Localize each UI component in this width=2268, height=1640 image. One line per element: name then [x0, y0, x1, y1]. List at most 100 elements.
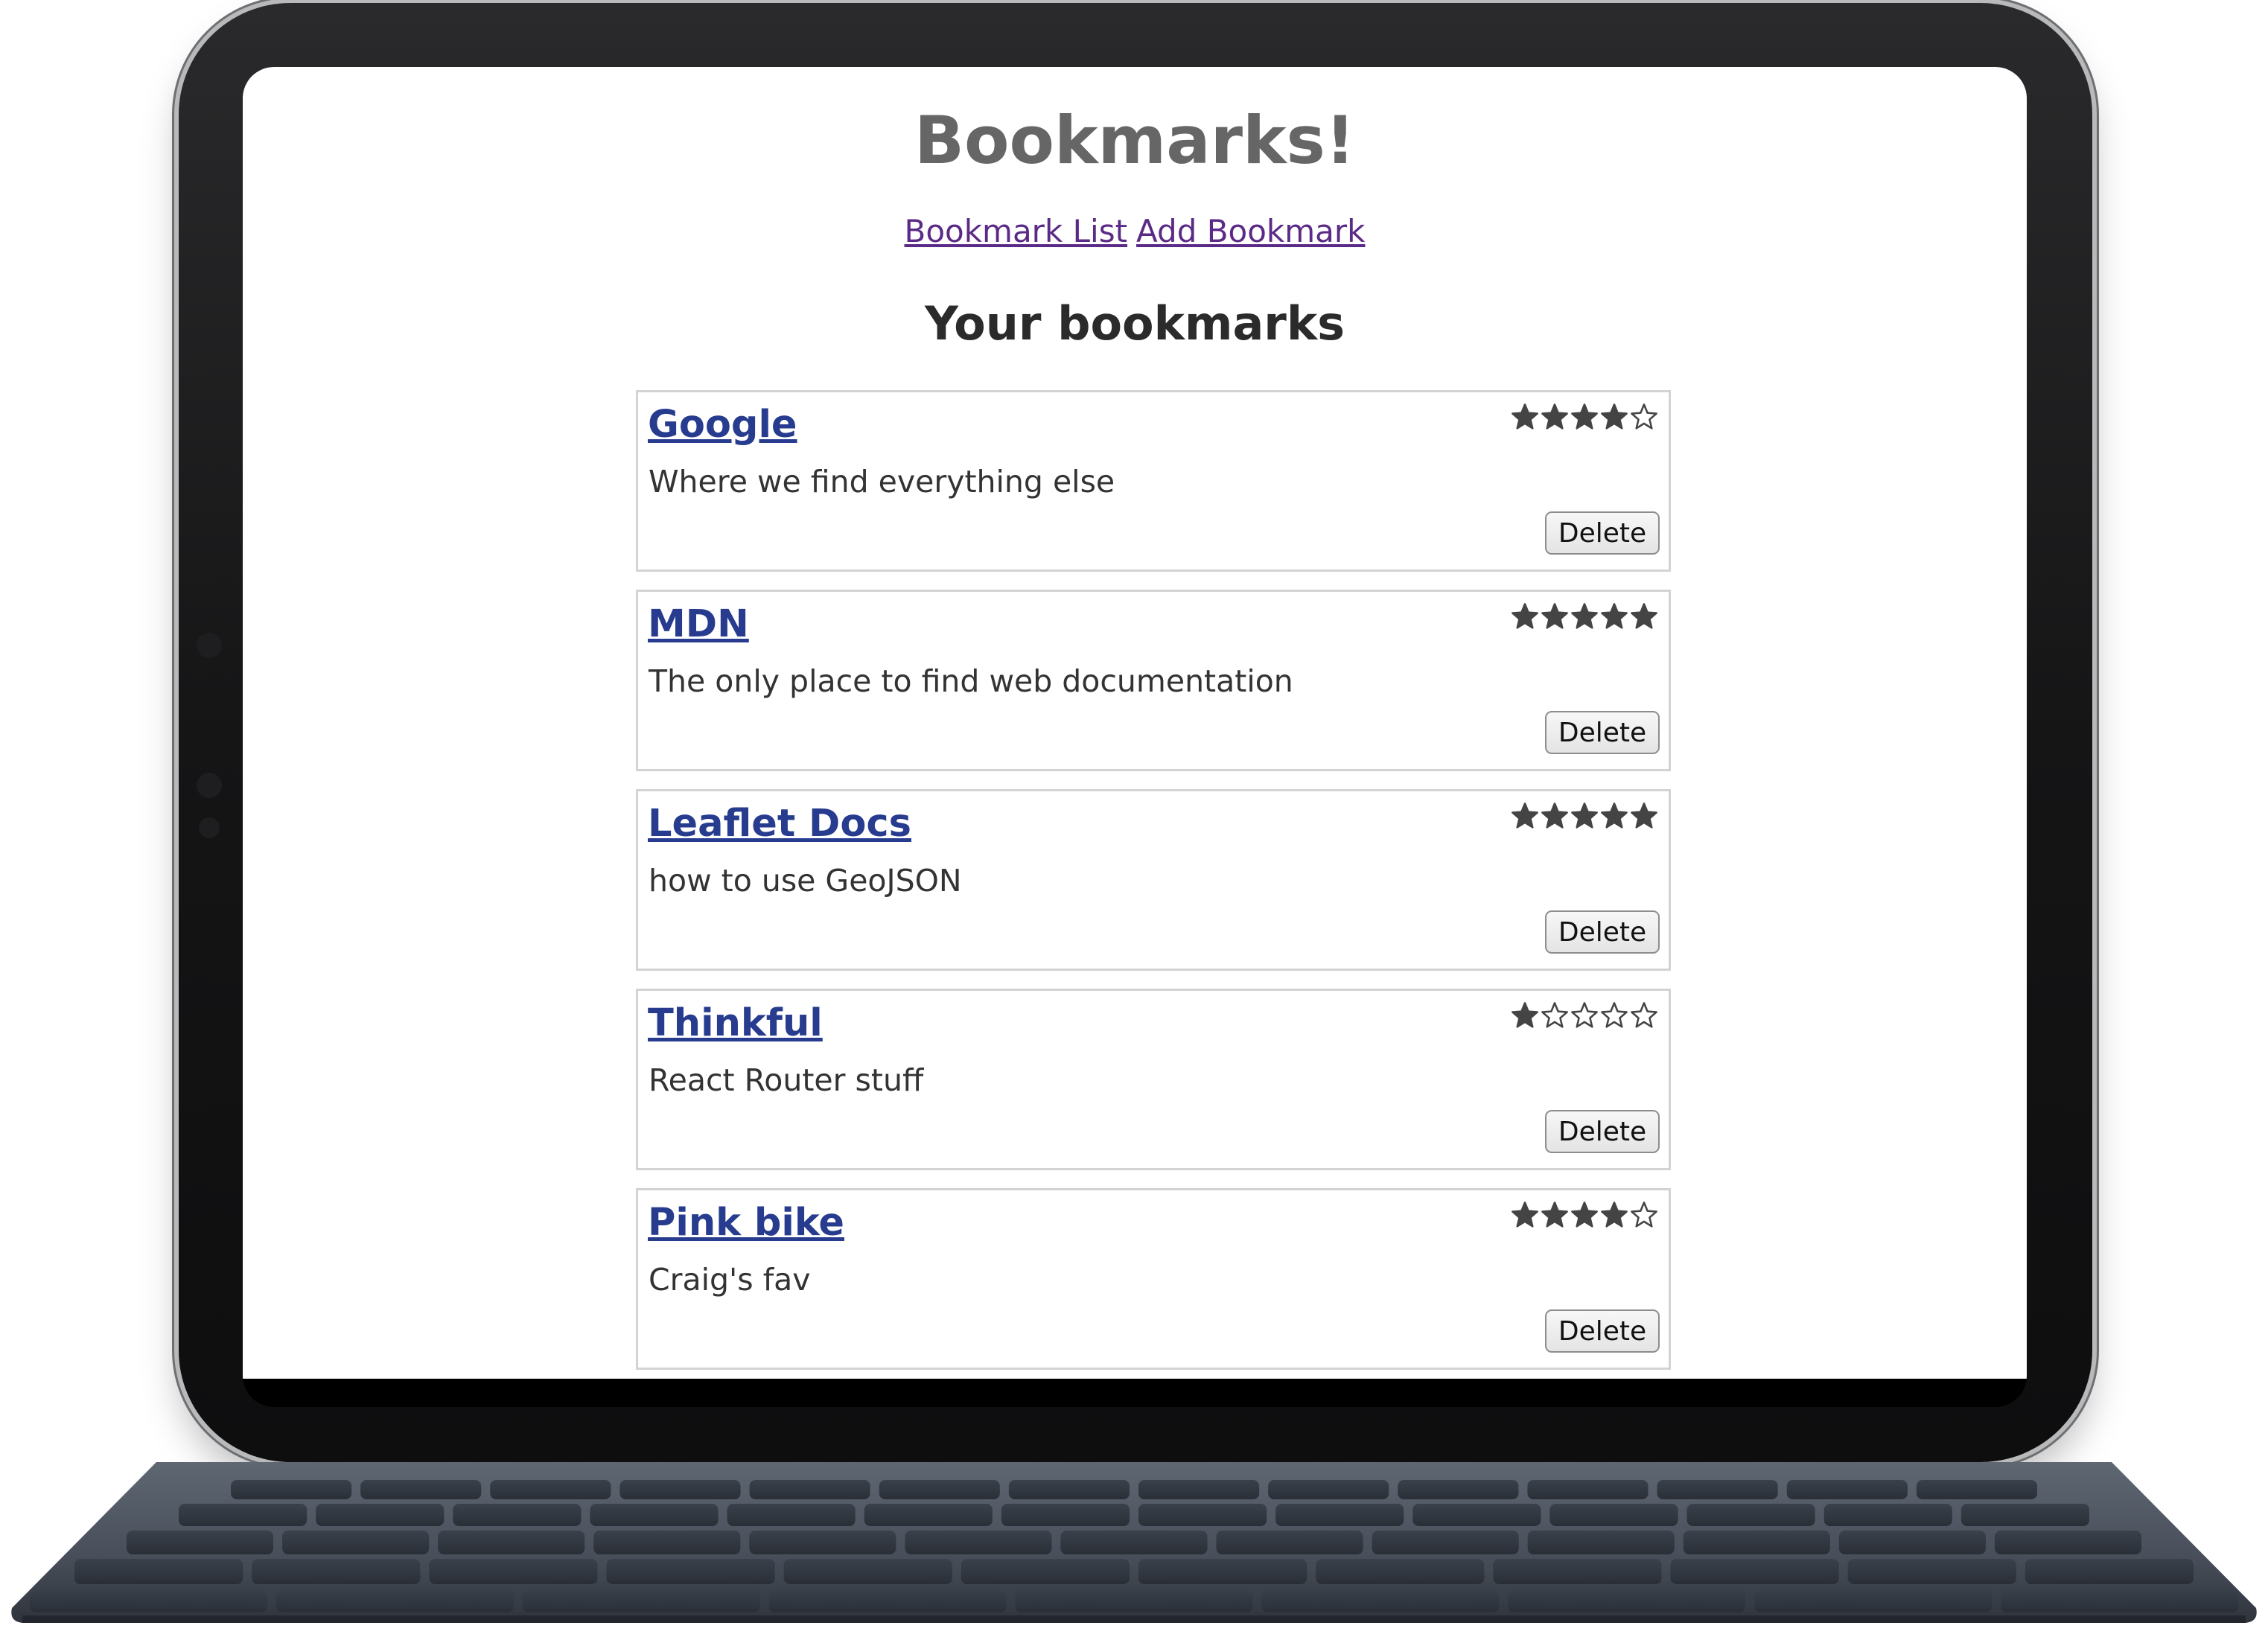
bookmark-title-link[interactable]: Google [648, 403, 797, 447]
keyboard-key [768, 1589, 1007, 1612]
bookmark-description: how to use GeoJSON [649, 863, 962, 899]
keyboard-key [360, 1480, 482, 1499]
star-filled-icon [1601, 1202, 1628, 1228]
keyboard-key [252, 1559, 421, 1584]
bookmark-rating [1511, 802, 1658, 830]
keyboard-key [1683, 1531, 1830, 1554]
keyboard-key [316, 1504, 445, 1526]
keyboard-key [1008, 1480, 1130, 1499]
star-filled-icon [1512, 803, 1538, 829]
bookmark-rating [1511, 602, 1658, 631]
keyboard-key [1657, 1480, 1778, 1499]
keyboard-key [1493, 1559, 1662, 1584]
delete-bookmark-button[interactable]: Delete [1545, 910, 1660, 954]
keyboard-key [1316, 1559, 1485, 1584]
keyboard-key [905, 1531, 1052, 1554]
keyboard-key [1754, 1589, 1993, 1612]
bookmark-description: The only place to find web documentation [649, 663, 1293, 699]
keyboard-key [2025, 1559, 2194, 1584]
keyboard-key [275, 1589, 514, 1612]
keyboard-key [1261, 1589, 1500, 1612]
star-empty-icon [1601, 1002, 1628, 1028]
bookmark-title-link[interactable]: MDN [648, 602, 749, 646]
star-filled-icon [1571, 1202, 1598, 1228]
keyboard-key [1015, 1589, 1253, 1612]
bookmark-description: Where we find everything else [649, 464, 1115, 500]
keyboard-key [749, 1480, 870, 1499]
keyboard-key [749, 1531, 896, 1554]
keyboard-key [1549, 1504, 1678, 1526]
star-filled-icon [1512, 403, 1538, 430]
keyboard-key [864, 1504, 993, 1526]
keyboard-key [961, 1559, 1130, 1584]
keyboard-key [1138, 1504, 1267, 1526]
bookmark-title-link[interactable]: Leaflet Docs [648, 802, 911, 846]
delete-bookmark-button[interactable]: Delete [1545, 1309, 1660, 1353]
star-filled-icon [1601, 403, 1628, 430]
keyboard-key [727, 1504, 856, 1526]
star-filled-icon [1571, 803, 1598, 829]
keyboard-key [1398, 1480, 1519, 1499]
keyboard-key [30, 1589, 267, 1612]
keyboard-key [1412, 1504, 1541, 1526]
nav-link-bookmark-list[interactable]: Bookmark List [905, 213, 1128, 249]
keyboard-key [1527, 1480, 1649, 1499]
bookmark-title-link[interactable]: Thinkful [648, 1001, 823, 1045]
keyboard-key [1823, 1504, 1952, 1526]
keyboard-key [1508, 1589, 1746, 1612]
star-empty-icon [1541, 1002, 1568, 1028]
bookmark-item: Leaflet Docs how to use GeoJSON Delete [636, 789, 1671, 971]
star-filled-icon [1571, 403, 1598, 430]
star-filled-icon [1601, 603, 1628, 629]
web-page: Bookmarks! Bookmark List Add Bookmark You… [243, 67, 2027, 1379]
keyboard-key [1275, 1504, 1404, 1526]
tablet-device-frame: Bookmarks! Bookmark List Add Bookmark You… [179, 3, 2092, 1462]
keyboard-key [1060, 1531, 1208, 1554]
keyboard-key [453, 1504, 582, 1526]
keyboard-key [1786, 1480, 1908, 1499]
star-filled-icon [1571, 603, 1598, 629]
bookmark-rating [1511, 1001, 1658, 1030]
camera-icon [197, 633, 222, 658]
keyboard-key [1847, 1559, 2016, 1584]
star-filled-icon [1541, 403, 1568, 430]
keyboard-key [1916, 1480, 2037, 1499]
keyboard-key [1268, 1480, 1389, 1499]
keyboard-key [438, 1531, 585, 1554]
keyboard-key [1216, 1531, 1363, 1554]
app-title: Bookmarks! [914, 102, 1356, 179]
star-filled-icon [1512, 1002, 1538, 1028]
bookmark-list: Google Where we find everything else Del… [636, 390, 1671, 1379]
keyboard-key [231, 1480, 352, 1499]
sensor-icon [199, 817, 220, 838]
keyboard-key [282, 1531, 430, 1554]
star-empty-icon [1571, 1002, 1598, 1028]
keyboard-key [429, 1559, 598, 1584]
star-empty-icon [1631, 1202, 1657, 1228]
star-filled-icon [1601, 803, 1628, 829]
keyboard-key [127, 1531, 274, 1554]
keyboard-key [606, 1559, 775, 1584]
delete-bookmark-button[interactable]: Delete [1545, 711, 1660, 754]
delete-bookmark-button[interactable]: Delete [1545, 511, 1660, 555]
bookmark-description: React Router stuff [649, 1062, 924, 1098]
keyboard-key [1372, 1531, 1519, 1554]
keyboard-key [619, 1480, 741, 1499]
star-empty-icon [1631, 1002, 1657, 1028]
bookmark-rating [1511, 1201, 1658, 1229]
keyboard-key [2001, 1589, 2238, 1612]
keyboard-key [783, 1559, 952, 1584]
main-nav: Bookmark List Add Bookmark [243, 213, 2027, 249]
star-filled-icon [1631, 803, 1657, 829]
keyboard-key [1670, 1559, 1839, 1584]
star-filled-icon [1512, 1202, 1538, 1228]
bookmark-rating [1511, 403, 1658, 431]
nav-link-add-bookmark[interactable]: Add Bookmark [1136, 213, 1365, 249]
keyboard-cover [11, 1462, 2257, 1623]
star-filled-icon [1631, 603, 1657, 629]
star-filled-icon [1512, 603, 1538, 629]
bookmark-item: MDN The only place to find web documenta… [636, 590, 1671, 771]
delete-bookmark-button[interactable]: Delete [1545, 1110, 1660, 1153]
keyboard-key [1686, 1504, 1815, 1526]
bookmark-title-link[interactable]: Pink bike [648, 1201, 844, 1245]
